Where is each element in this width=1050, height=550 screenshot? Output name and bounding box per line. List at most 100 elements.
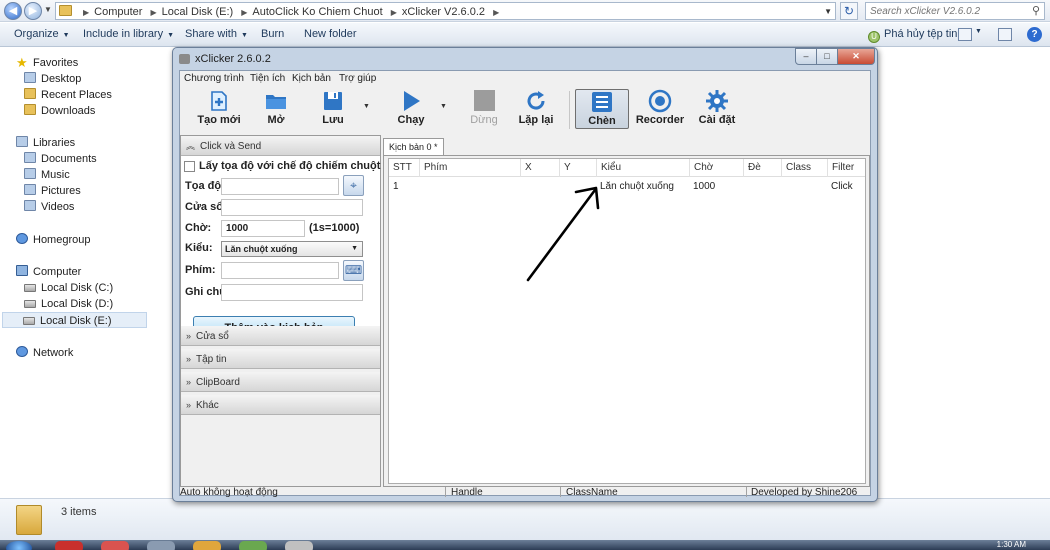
preview-pane-icon[interactable] <box>998 28 1012 41</box>
column-header[interactable]: Chờ <box>689 159 713 177</box>
breadcrumb-xclicker[interactable]: xClicker V2.6.0.2 <box>402 6 485 18</box>
settings-button[interactable]: Cài đặt <box>690 89 744 129</box>
coord-input[interactable] <box>221 178 339 195</box>
column-header[interactable]: Y <box>559 159 571 177</box>
organize-button[interactable]: Organize ▼ <box>14 28 70 40</box>
uninstall-label: Phá hủy tệp tin <box>884 28 958 40</box>
taskbar-app-icon[interactable] <box>55 541 83 550</box>
status-developer: Developed by Shine206 <box>751 487 858 498</box>
column-header[interactable]: Class <box>781 159 811 177</box>
column-header[interactable]: Filter <box>827 159 854 177</box>
nav-downloads-label: Downloads <box>41 105 96 117</box>
window-input[interactable] <box>221 199 363 216</box>
taskbar-app-icon[interactable] <box>239 541 267 550</box>
help-icon[interactable]: ? <box>1027 27 1042 42</box>
taskbar-app-icon[interactable] <box>101 541 129 550</box>
burn-button[interactable]: Burn <box>261 28 284 40</box>
command-bar: Organize ▼ Include in library ▼ Share with… <box>0 23 1050 47</box>
nav-disk-e[interactable]: Local Disk (E:) <box>2 312 147 328</box>
menu-program[interactable]: Chương trình <box>184 73 244 84</box>
refresh-icon[interactable]: ↻ <box>840 2 858 20</box>
section-click-send[interactable]: ︽ Click và Send <box>181 136 380 156</box>
nav-homegroup[interactable]: Homegroup <box>16 232 90 248</box>
column-header[interactable]: X <box>520 159 532 177</box>
network-icon <box>16 346 28 357</box>
section-window[interactable]: » Cửa sổ <box>181 326 380 346</box>
nav-disk-d[interactable]: Local Disk (D:) <box>24 296 113 312</box>
section-file[interactable]: » Tập tin <box>181 349 380 369</box>
view-options-icon[interactable] <box>958 28 972 41</box>
taskbar-app-icon[interactable] <box>285 541 313 550</box>
keyboard-icon[interactable]: ⌨ <box>343 260 364 281</box>
nav-libraries[interactable]: Libraries <box>16 135 75 151</box>
script-grid[interactable]: STT Phím X Y Kiểu Chờ Đè Class Filter 1 … <box>388 158 866 484</box>
share-with-button[interactable]: Share with ▼ <box>185 28 248 40</box>
pictures-icon <box>24 184 36 195</box>
stop-button[interactable]: Dừng <box>457 89 511 129</box>
view-dropdown-icon[interactable]: ▼ <box>975 28 982 35</box>
save-label: Lưu <box>322 114 344 126</box>
breadcrumb-computer[interactable]: Computer <box>94 6 142 18</box>
search-box[interactable]: ⚲ <box>865 2 1045 20</box>
note-input[interactable] <box>221 284 363 301</box>
section-clipboard[interactable]: » ClipBoard <box>181 372 380 392</box>
taskbar-app-icon[interactable] <box>147 541 175 550</box>
nav-computer[interactable]: Computer <box>16 264 81 280</box>
save-dropdown-icon[interactable]: ▼ <box>363 103 370 110</box>
run-button[interactable]: Chạy <box>384 89 438 129</box>
tab-script-0[interactable]: Kịch bản 0 * <box>383 138 444 155</box>
nav-documents[interactable]: Documents <box>24 151 97 167</box>
uninstall-button[interactable]: U Phá hủy tệp tin <box>868 28 957 43</box>
menu-script[interactable]: Kịch bản <box>292 73 331 84</box>
nav-music[interactable]: Music <box>24 167 70 183</box>
minimize-button[interactable]: – <box>795 48 817 65</box>
nav-network[interactable]: Network <box>16 345 73 361</box>
share-label: Share with <box>185 28 237 40</box>
recorder-button[interactable]: Recorder <box>633 89 687 129</box>
address-dropdown-icon[interactable]: ▼ <box>824 4 832 20</box>
status-divider <box>560 487 561 497</box>
column-header[interactable]: Kiểu <box>596 159 621 177</box>
column-header[interactable]: STT <box>389 159 412 177</box>
recent-pages-dropdown-icon[interactable]: ▼ <box>44 5 52 14</box>
key-input[interactable] <box>221 262 339 279</box>
nav-recent-places[interactable]: Recent Places <box>24 87 112 103</box>
back-button[interactable]: ◀ <box>4 2 22 20</box>
crosshair-icon[interactable]: ⌖ <box>343 175 364 196</box>
column-header[interactable]: Phím <box>419 159 447 177</box>
nav-favorites[interactable]: ★ Favorites <box>16 55 78 71</box>
search-input[interactable] <box>866 3 1016 19</box>
column-header[interactable]: Đè <box>743 159 761 177</box>
no-cursor-checkbox[interactable] <box>184 161 195 172</box>
maximize-button[interactable]: □ <box>816 48 838 65</box>
breadcrumb-disk-e[interactable]: Local Disk (E:) <box>162 6 234 18</box>
forward-button[interactable]: ▶ <box>24 2 42 20</box>
section-other[interactable]: » Khác <box>181 395 380 415</box>
run-dropdown-icon[interactable]: ▼ <box>440 103 447 110</box>
open-button[interactable]: Mở <box>249 89 303 129</box>
nav-downloads[interactable]: Downloads <box>24 103 95 119</box>
drive-icon <box>24 300 36 308</box>
type-select[interactable]: Lăn chuột xuống ▼ <box>221 241 363 257</box>
include-library-button[interactable]: Include in library ▼ <box>83 28 174 40</box>
address-bar[interactable]: ▶ Computer ▶ Local Disk (E:) ▶ AutoClick Ko… <box>55 2 836 20</box>
breadcrumb-autoclick[interactable]: AutoClick Ko Chiem Chuot <box>252 6 382 18</box>
taskbar-app-icon[interactable] <box>193 541 221 550</box>
insert-button[interactable]: Chèn <box>575 89 629 129</box>
nav-videos[interactable]: Videos <box>24 199 74 215</box>
nav-desktop[interactable]: Desktop <box>24 71 81 87</box>
repeat-button[interactable]: Lặp lại <box>509 89 563 129</box>
save-button[interactable]: Lưu <box>306 89 360 129</box>
status-classname: ClassName <box>566 487 618 498</box>
new-button[interactable]: Tạo mới <box>192 89 246 129</box>
nav-disk-c[interactable]: Local Disk (C:) <box>24 280 113 296</box>
menu-help[interactable]: Trợ giúp <box>339 73 376 84</box>
wait-input[interactable]: 1000 <box>221 220 305 237</box>
new-folder-button[interactable]: New folder <box>304 28 357 40</box>
close-button[interactable]: ✕ <box>837 48 875 65</box>
title-bar[interactable]: xClicker 2.6.0.2 – □ ✕ <box>173 48 877 70</box>
start-button[interactable] <box>6 541 32 550</box>
nav-pictures[interactable]: Pictures <box>24 183 81 199</box>
menu-tools[interactable]: Tiện ích <box>250 73 285 84</box>
clock[interactable]: 1:30 AM <box>997 540 1026 549</box>
